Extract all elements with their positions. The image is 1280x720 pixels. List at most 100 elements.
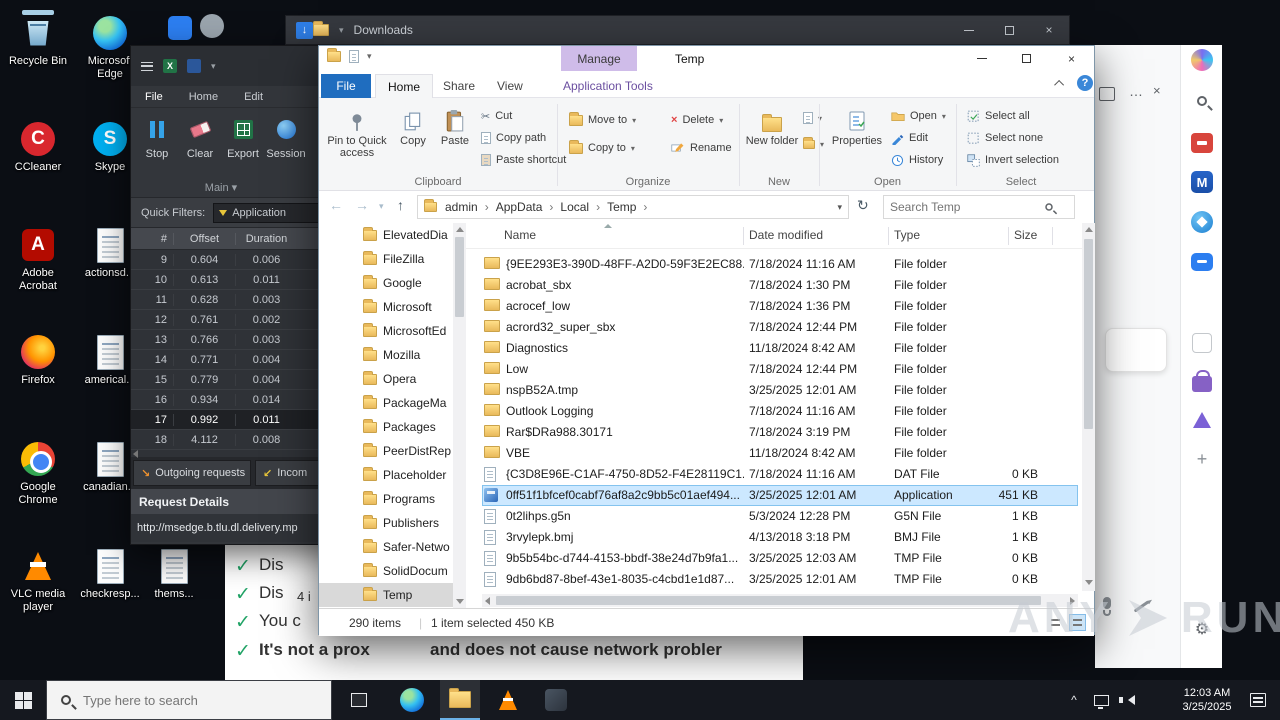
- tab-view[interactable]: View: [485, 74, 535, 98]
- recent-locations-icon[interactable]: ▾: [379, 201, 384, 212]
- tree-item[interactable]: Publishers: [319, 511, 453, 535]
- microsoft-365-icon[interactable]: M: [1190, 170, 1214, 194]
- session-button[interactable]: Session: [266, 112, 306, 160]
- crumb-appdata[interactable]: AppData: [496, 200, 561, 214]
- file-row[interactable]: 0t2lihps.g5n 5/3/2024 12:28 PM G5N File 1 K…: [482, 506, 1078, 527]
- tree-item[interactable]: PeerDistRep: [319, 439, 453, 463]
- tree-item-temp-current[interactable]: Temp: [319, 583, 453, 607]
- close-icon[interactable]: ×: [1153, 83, 1161, 98]
- request-row[interactable]: 13 0.766 0.003: [131, 330, 349, 350]
- taskbar-app-button[interactable]: [536, 680, 576, 720]
- chat-icon[interactable]: [1190, 250, 1214, 274]
- action-center-button[interactable]: [1240, 680, 1276, 720]
- request-row-selected[interactable]: 17 0.992 0.011: [131, 410, 349, 430]
- excel-export-icon[interactable]: X: [163, 59, 177, 73]
- qat-customize-icon[interactable]: ▾: [367, 51, 372, 62]
- column-header-date[interactable]: Date modified: [749, 228, 823, 242]
- partial-user-icon[interactable]: [200, 14, 224, 38]
- scroll-up-icon[interactable]: [455, 227, 464, 232]
- column-header-name[interactable]: Name: [504, 228, 536, 242]
- desktop-icon-doc-checkresp[interactable]: checkresp...: [78, 547, 142, 601]
- paste-shortcut-button[interactable]: Paste shortcut: [481, 150, 566, 170]
- clear-button[interactable]: Clear: [180, 112, 220, 160]
- crumb-temp[interactable]: Temp: [607, 200, 654, 214]
- file-row-selected[interactable]: 0ff51f1bfcef0cabf76af8a2c9bb5c01aef494..…: [482, 485, 1078, 506]
- shopping-icon[interactable]: [1190, 369, 1214, 393]
- start-button[interactable]: [0, 680, 46, 720]
- address-dropdown-icon[interactable]: ▾: [837, 202, 842, 213]
- copilot-icon[interactable]: [1190, 48, 1214, 72]
- desktop-icon-adobe-acrobat[interactable]: A Adobe Acrobat: [6, 226, 70, 293]
- tree-item[interactable]: MicrosoftEd: [319, 319, 453, 343]
- qat-dropdown-icon[interactable]: ▾: [211, 61, 216, 72]
- file-row[interactable]: 9db6bd87-8bef-43e1-8035-c4cbd1e1d87... 3/…: [482, 569, 1078, 590]
- ribbon-collapse-icon[interactable]: [1054, 79, 1065, 90]
- file-row[interactable]: 3rvylepk.bmj 4/13/2018 3:18 PM BMJ File 1 K…: [482, 527, 1078, 548]
- pin-quick-access-button[interactable]: Pin to Quick access: [325, 102, 389, 159]
- close-button[interactable]: ×: [1049, 46, 1094, 71]
- desktop-icon-google-chrome[interactable]: Google Chrome: [6, 440, 70, 507]
- menu-file[interactable]: File: [145, 91, 163, 103]
- menu-edit[interactable]: Edit: [244, 91, 263, 103]
- crumb-admin[interactable]: admin: [445, 200, 496, 214]
- scroll-right-icon[interactable]: [1070, 596, 1075, 605]
- file-row[interactable]: Outlook Logging 7/18/2024 11:16 AM File fo…: [482, 401, 1078, 422]
- open-button[interactable]: Open ▾: [891, 106, 946, 126]
- app-placeholder-icon[interactable]: [1190, 331, 1214, 355]
- large-icons-view-button[interactable]: [1069, 614, 1086, 631]
- scroll-up-icon[interactable]: [1084, 227, 1093, 232]
- easy-access-button[interactable]: ▾: [803, 134, 824, 154]
- breadcrumb[interactable]: admin AppData Local Temp ▾: [417, 195, 849, 219]
- volume-icon[interactable]: [1116, 680, 1142, 720]
- toolbox-icon[interactable]: [1190, 131, 1214, 155]
- debugger-titlebar[interactable]: X ▾: [131, 46, 349, 86]
- history-button[interactable]: History: [891, 150, 943, 170]
- desktop-icon-firefox[interactable]: Firefox: [6, 333, 70, 387]
- tray-expand-icon[interactable]: ^: [1062, 680, 1086, 720]
- microphone-icon[interactable]: [1103, 597, 1111, 616]
- file-row[interactable]: {9EE293E3-390D-48FF-A2D0-59F3E2EC88... 7/…: [482, 254, 1078, 275]
- request-row[interactable]: 9 0.604 0.006: [131, 250, 349, 270]
- floating-card[interactable]: [1105, 328, 1167, 372]
- tree-item[interactable]: FileZilla: [319, 247, 453, 271]
- search-input[interactable]: [884, 200, 1042, 214]
- designer-icon[interactable]: [1190, 210, 1214, 234]
- tree-item[interactable]: ElevatedDia: [319, 223, 453, 247]
- move-to-button[interactable]: Move to ▾: [569, 110, 636, 130]
- properties-button[interactable]: Properties: [829, 102, 885, 147]
- taskbar-search[interactable]: [46, 680, 332, 720]
- taskbar-vlc-button[interactable]: [488, 680, 528, 720]
- taskbar-edge-button[interactable]: [392, 680, 432, 720]
- desktop-icon-vlc[interactable]: VLC media player: [6, 547, 70, 614]
- partial-desktop-icon[interactable]: [168, 16, 192, 40]
- word-export-icon[interactable]: [187, 59, 201, 73]
- scroll-left-icon[interactable]: [485, 596, 490, 605]
- qat-customize-icon[interactable]: ▾: [339, 25, 344, 36]
- drop-icon[interactable]: [1190, 408, 1214, 432]
- outgoing-requests-tab[interactable]: ↘ Outgoing requests: [133, 460, 251, 486]
- tree-item[interactable]: Placeholder: [319, 463, 453, 487]
- menu-icon[interactable]: [141, 61, 153, 71]
- file-row[interactable]: acrord32_super_sbx 7/18/2024 12:44 PM File…: [482, 317, 1078, 338]
- cut-button[interactable]: ✂ Cut: [481, 106, 512, 126]
- tree-scrollbar[interactable]: [453, 223, 466, 608]
- file-row[interactable]: 9b5b54bc-d744-4153-bbdf-38e24d7b9fa1... 3…: [482, 548, 1078, 569]
- column-header-type[interactable]: Type: [894, 228, 920, 242]
- menu-home[interactable]: Home: [189, 91, 218, 103]
- up-button[interactable]: ↑: [397, 197, 404, 213]
- application-filter-dropdown[interactable]: Application ▾: [213, 202, 332, 223]
- search-icon[interactable]: [1190, 89, 1214, 113]
- export-button[interactable]: Export: [223, 112, 263, 160]
- tree-item[interactable]: Google: [319, 271, 453, 295]
- tab-file[interactable]: File: [321, 74, 371, 98]
- forward-button[interactable]: →: [355, 197, 369, 213]
- file-row[interactable]: nspB52A.tmp 3/25/2025 12:01 AM File folder: [482, 380, 1078, 401]
- tree-item[interactable]: Packages: [319, 415, 453, 439]
- downloads-maximize-button[interactable]: [989, 16, 1029, 44]
- downloads-close-button[interactable]: ×: [1029, 16, 1069, 44]
- tab-home[interactable]: Home: [375, 74, 434, 98]
- pen-icon[interactable]: [1133, 600, 1150, 613]
- add-app-icon[interactable]: +: [1190, 447, 1214, 471]
- request-url[interactable]: http://msedge.b.tlu.dl.delivery.mp: [131, 514, 349, 542]
- scroll-down-icon[interactable]: [1084, 580, 1093, 585]
